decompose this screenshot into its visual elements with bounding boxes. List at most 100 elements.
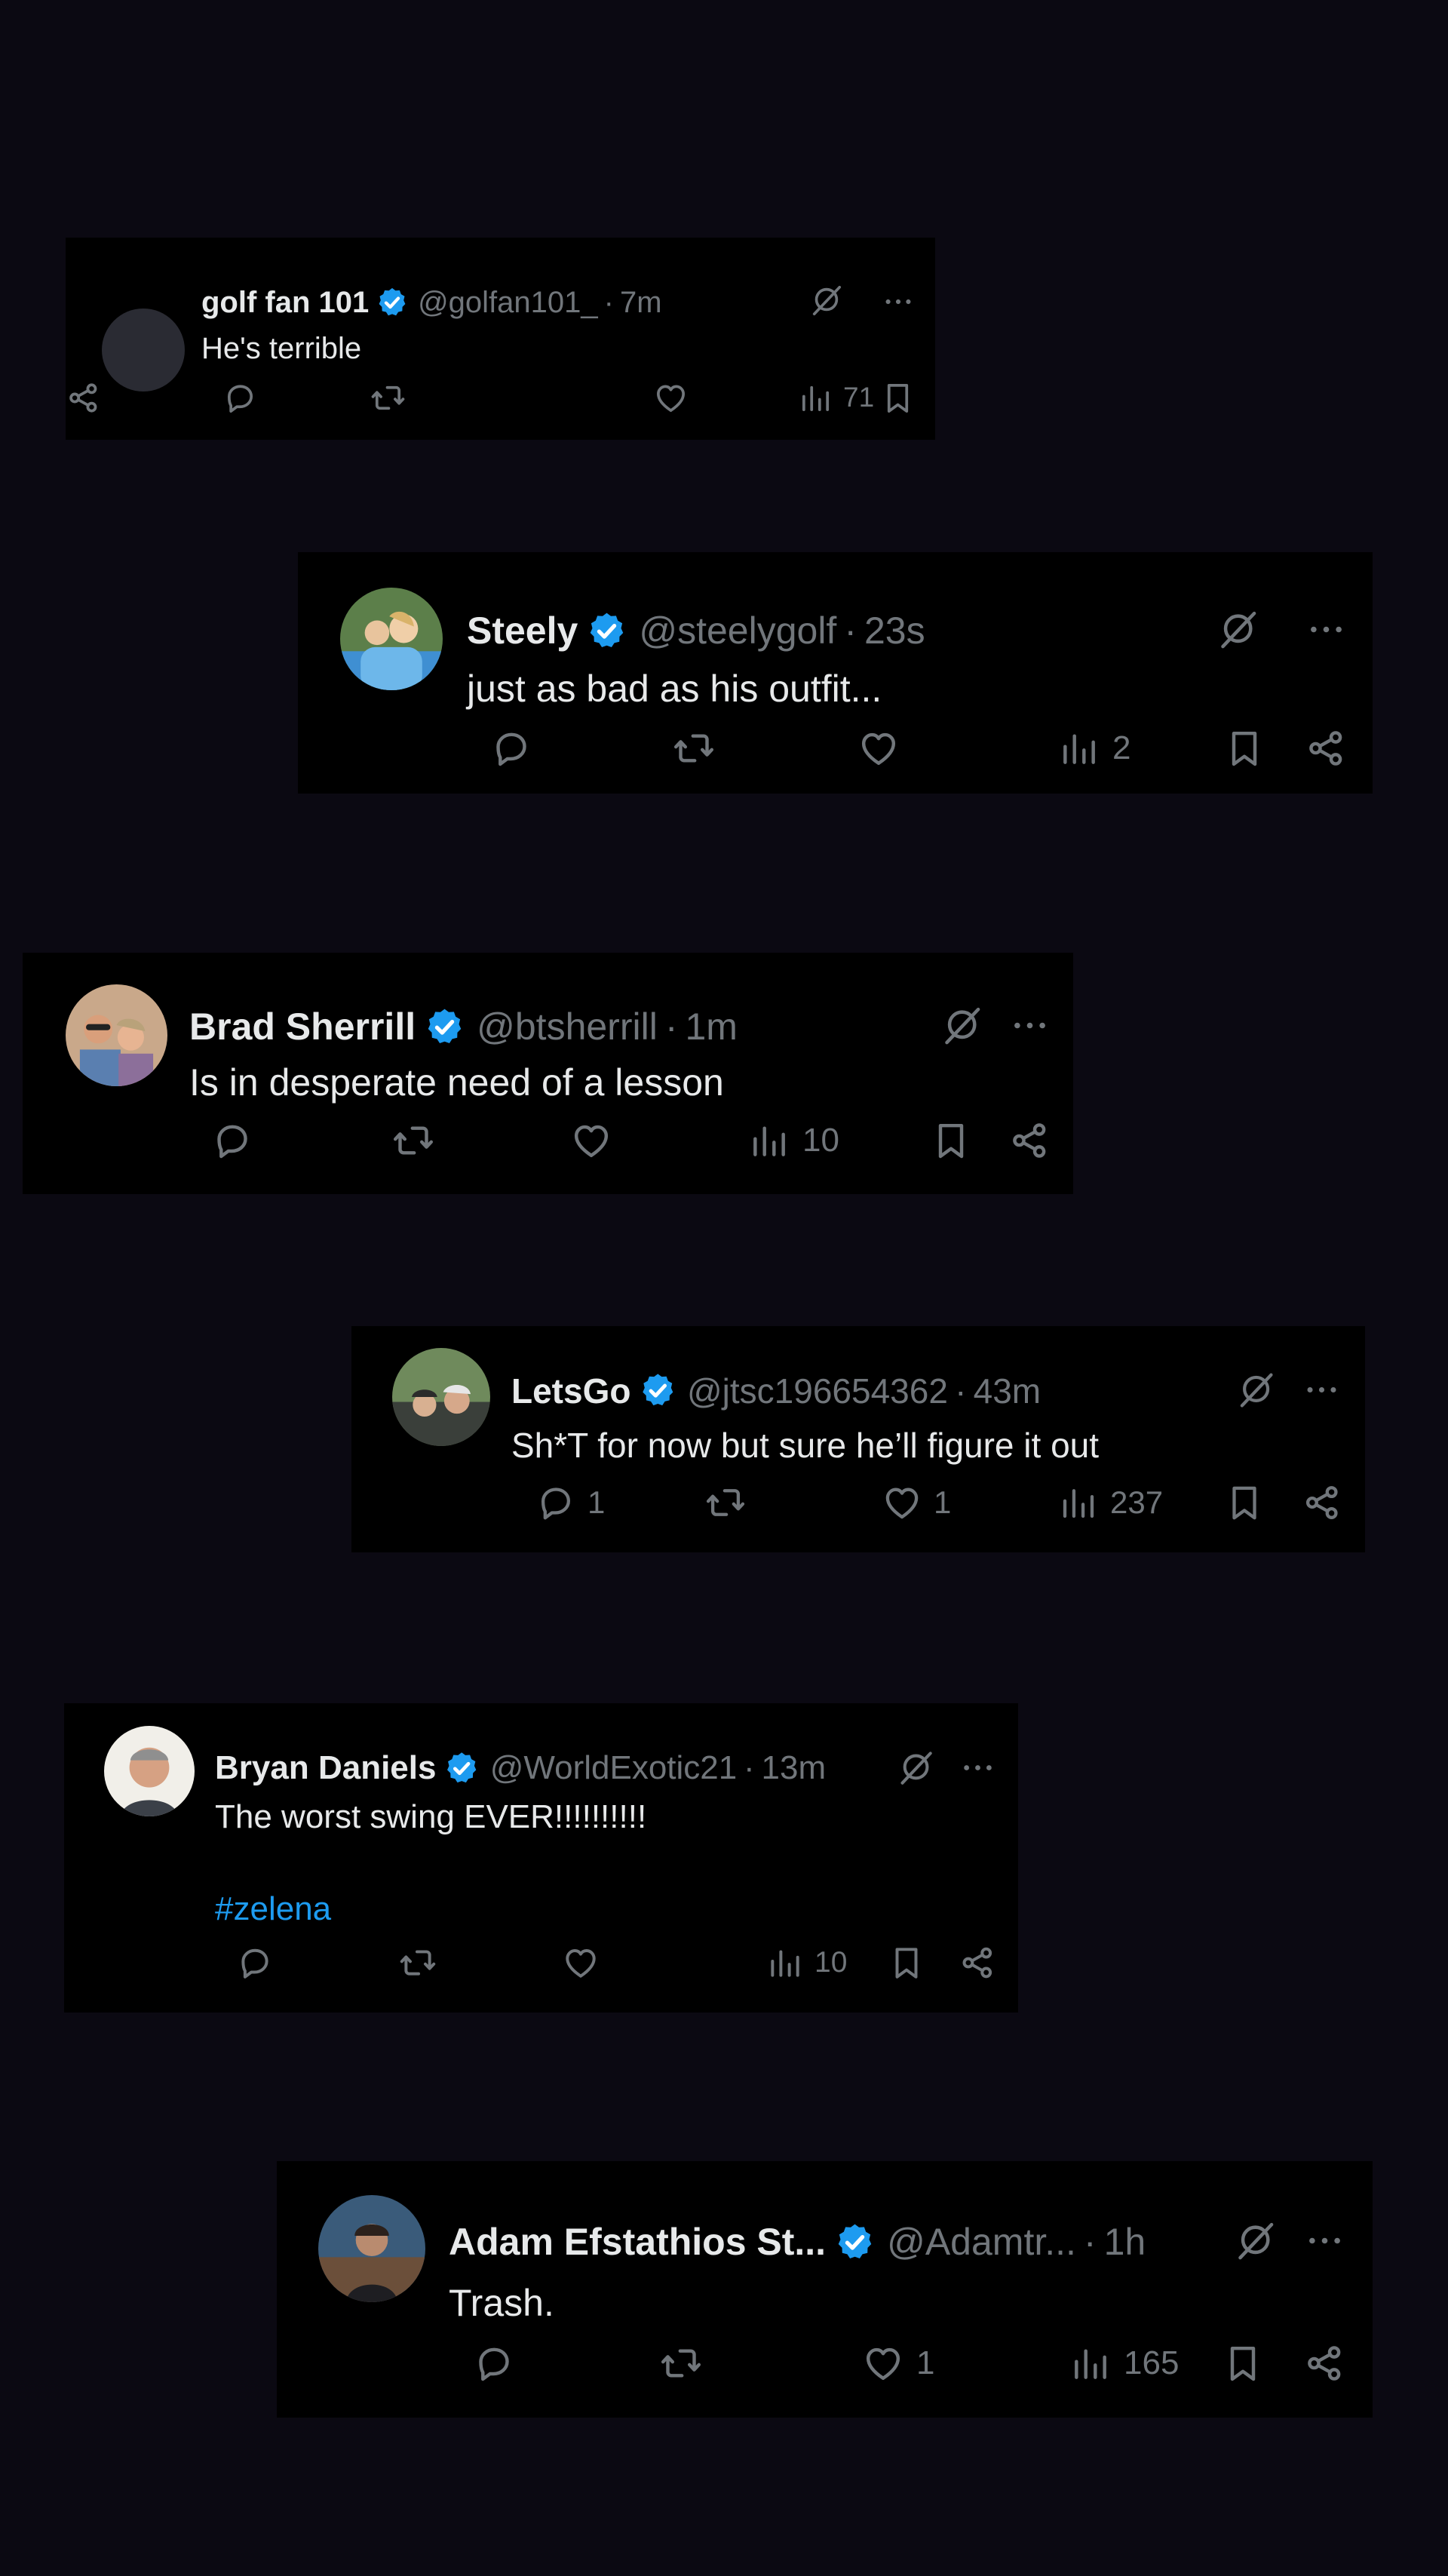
bookmark-button[interactable] — [888, 1944, 925, 1982]
views-button[interactable]: 10 — [748, 1119, 839, 1162]
grok-slash-icon[interactable] — [1216, 608, 1259, 655]
timestamp[interactable]: 7m — [620, 286, 662, 320]
avatar[interactable] — [340, 588, 443, 690]
tweet-card[interactable]: golf fan 101 @golfan101_ · 7m He's terrible 7… — [66, 238, 935, 440]
views-button[interactable]: 237 — [1058, 1482, 1163, 1523]
username-handle[interactable]: @golfan101_ — [418, 286, 598, 320]
retweet-icon — [673, 727, 715, 769]
display-name[interactable]: golf fan 101 — [201, 286, 369, 320]
share-button[interactable] — [1305, 727, 1347, 769]
tweet-card[interactable]: Bryan Daniels @WorldExotic21 · 13m The worst… — [64, 1703, 1018, 2013]
username-handle[interactable]: @Adamtr... — [887, 2220, 1076, 2264]
share-button[interactable] — [66, 380, 101, 416]
like-button[interactable] — [653, 380, 689, 416]
timestamp[interactable]: 13m — [762, 1749, 827, 1787]
bookmark-icon — [888, 1944, 925, 1982]
bookmark-icon — [1223, 727, 1265, 769]
separator-dot: · — [744, 1749, 755, 1787]
more-dots-icon[interactable] — [1305, 608, 1348, 655]
separator-dot: · — [955, 1371, 967, 1411]
reply-button[interactable] — [490, 727, 532, 769]
verified-badge-icon — [834, 2221, 876, 2263]
like-button[interactable]: 1 — [862, 2342, 934, 2384]
username-handle[interactable]: @WorldExotic21 — [490, 1749, 738, 1787]
display-name[interactable]: Adam Efstathios St... — [449, 2220, 826, 2264]
retweet-button[interactable] — [673, 727, 715, 769]
retweet-button[interactable] — [660, 2342, 702, 2384]
more-dots-icon[interactable] — [1303, 2219, 1346, 2266]
like-button[interactable] — [562, 1944, 600, 1982]
views-button[interactable]: 2 — [1058, 727, 1130, 769]
timestamp[interactable]: 1h — [1104, 2220, 1146, 2264]
share-button[interactable] — [1302, 1482, 1342, 1523]
reply-icon — [211, 1119, 253, 1162]
like-icon — [570, 1119, 612, 1162]
retweet-icon — [660, 2342, 702, 2384]
display-name[interactable]: LetsGo — [511, 1371, 630, 1411]
reply-button[interactable] — [236, 1944, 274, 1982]
like-button[interactable]: 1 — [882, 1482, 951, 1523]
hashtag-link[interactable]: #zelena — [215, 1890, 331, 1928]
tweet-header: Steely @steelygolf · 23s — [467, 608, 925, 653]
tweet-text: The worst swing EVER!!!!!!!!!! — [215, 1798, 647, 1835]
more-dots-icon[interactable] — [959, 1749, 997, 1791]
bookmark-icon — [1224, 1482, 1265, 1523]
reply-icon — [535, 1482, 576, 1523]
reply-button[interactable] — [211, 1119, 253, 1162]
bookmark-button[interactable] — [930, 1119, 972, 1162]
avatar[interactable] — [102, 309, 185, 391]
grok-slash-icon[interactable] — [896, 1749, 934, 1791]
separator-dot: · — [664, 1006, 678, 1048]
avatar[interactable] — [104, 1726, 195, 1816]
share-button[interactable] — [959, 1944, 996, 1982]
views-button[interactable]: 10 — [766, 1944, 847, 1982]
more-dots-icon[interactable] — [881, 284, 916, 323]
like-icon — [862, 2342, 904, 2384]
bookmark-button[interactable] — [1224, 1482, 1265, 1523]
tweet-card[interactable]: Adam Efstathios St... @Adamtr... · 1h Trash.… — [277, 2161, 1373, 2418]
bookmark-icon — [880, 380, 916, 416]
more-dots-icon[interactable] — [1302, 1370, 1342, 1414]
grok-slash-icon[interactable] — [1233, 2219, 1276, 2266]
timestamp[interactable]: 23s — [864, 609, 925, 652]
separator-dot: · — [603, 285, 614, 319]
retweet-button[interactable] — [705, 1482, 746, 1523]
like-button[interactable] — [857, 727, 900, 769]
like-button[interactable] — [570, 1119, 612, 1162]
grok-slash-icon[interactable] — [940, 1004, 983, 1051]
reply-button[interactable] — [222, 380, 258, 416]
avatar[interactable] — [318, 2195, 425, 2302]
bookmark-button[interactable] — [1222, 2342, 1264, 2384]
timestamp[interactable]: 43m — [974, 1371, 1041, 1411]
username-handle[interactable]: @btsherrill — [477, 1005, 658, 1049]
tweet-card[interactable]: LetsGo @jtsc196654362 · 43m Sh*T for now but… — [351, 1326, 1365, 1552]
display-name[interactable]: Steely — [467, 609, 578, 652]
bookmark-button[interactable] — [1223, 727, 1265, 769]
views-count: 10 — [814, 1946, 848, 1979]
username-handle[interactable]: @jtsc196654362 — [687, 1371, 948, 1411]
tweet-card[interactable]: Steely @steelygolf · 23s just as bad as his … — [298, 552, 1373, 794]
like-icon — [562, 1944, 600, 1982]
views-button[interactable]: 71 — [798, 380, 874, 416]
retweet-button[interactable] — [392, 1119, 434, 1162]
avatar[interactable] — [392, 1348, 490, 1446]
timestamp[interactable]: 1m — [685, 1005, 737, 1049]
display-name[interactable]: Bryan Daniels — [215, 1749, 436, 1787]
display-name[interactable]: Brad Sherrill — [189, 1005, 416, 1049]
tweet-card[interactable]: Brad Sherrill @btsherrill · 1m Is in despera… — [23, 953, 1073, 1194]
retweet-button[interactable] — [399, 1944, 437, 1982]
grok-slash-icon[interactable] — [808, 283, 843, 321]
avatar[interactable] — [66, 984, 167, 1086]
reply-button[interactable]: 1 — [535, 1482, 605, 1523]
grok-slash-icon[interactable] — [1235, 1370, 1275, 1414]
username-handle[interactable]: @steelygolf — [639, 609, 836, 652]
verified-badge-icon — [443, 1750, 480, 1786]
share-button[interactable] — [1303, 2342, 1345, 2384]
reply-button[interactable] — [473, 2342, 515, 2384]
bookmark-button[interactable] — [880, 380, 916, 416]
retweet-button[interactable] — [370, 380, 406, 416]
tweet-text: Is in desperate need of a lesson — [189, 1061, 724, 1104]
more-dots-icon[interactable] — [1008, 1004, 1051, 1051]
views-button[interactable]: 165 — [1069, 2342, 1179, 2384]
share-button[interactable] — [1008, 1119, 1051, 1162]
